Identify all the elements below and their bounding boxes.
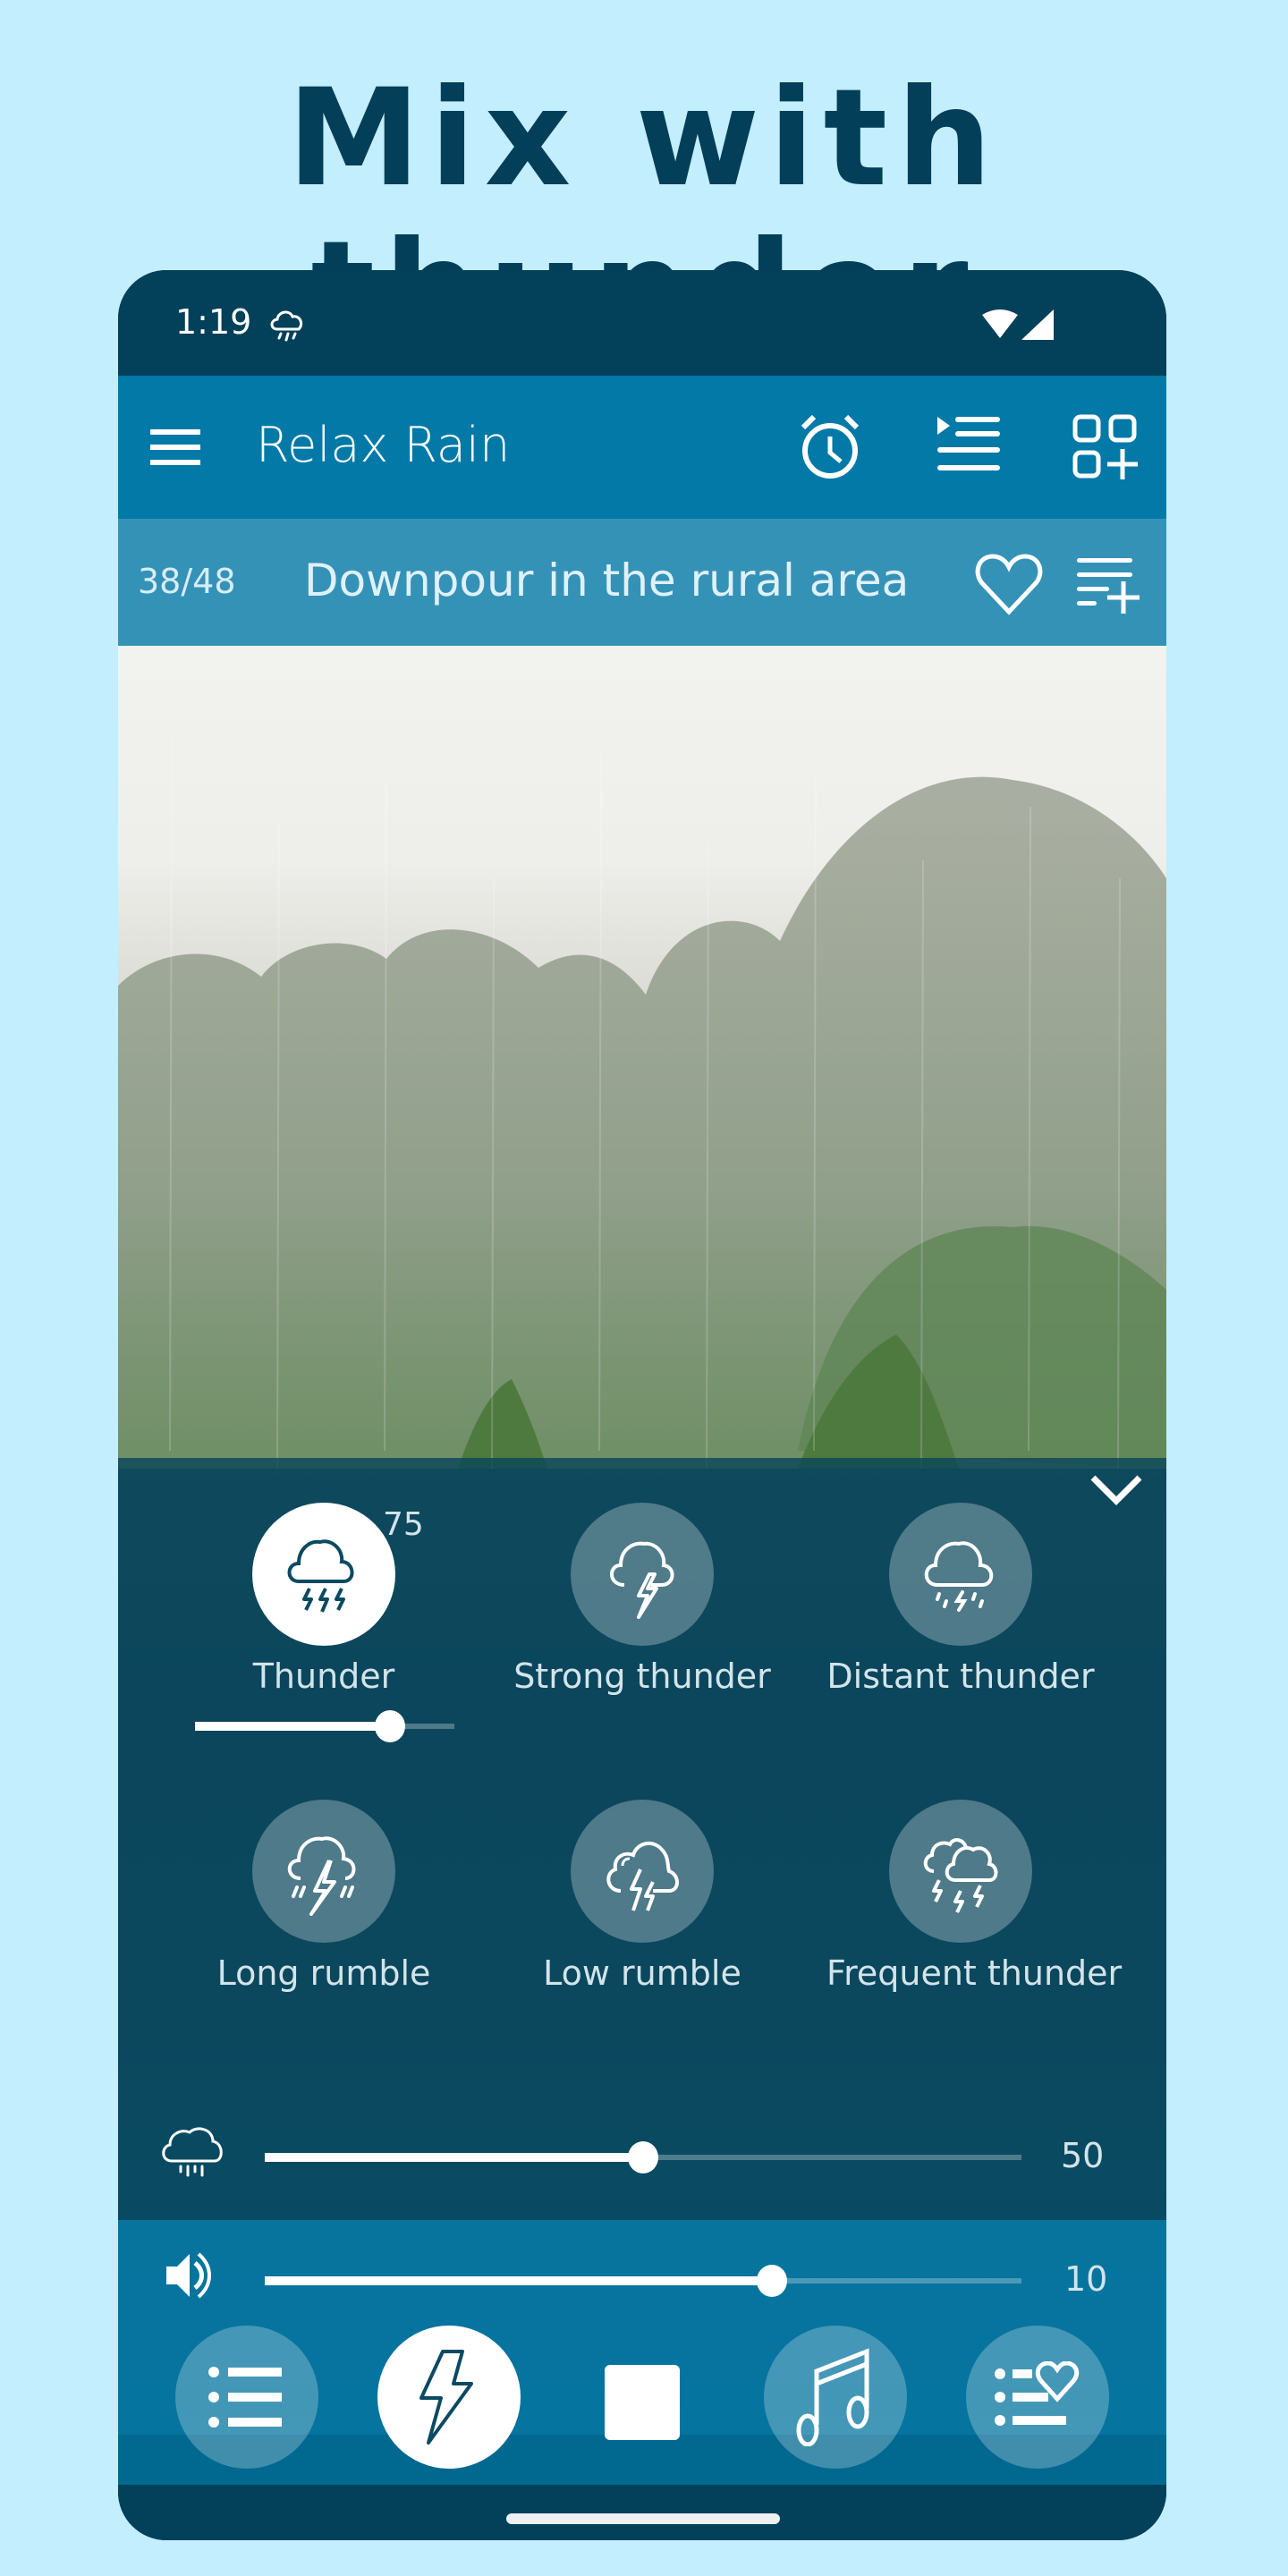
speaker-icon[interactable] bbox=[165, 2249, 215, 2302]
sound-label: Distant thunder bbox=[826, 1657, 1095, 1696]
thunder-volume-slider[interactable] bbox=[195, 1708, 454, 1744]
add-widget-icon[interactable] bbox=[1070, 411, 1141, 483]
sound-volume-value: 75 bbox=[383, 1506, 424, 1543]
cloud-rain-long-bolt-icon bbox=[287, 1836, 356, 1916]
sound-item-strong-thunder[interactable]: Strong thunder bbox=[508, 1503, 776, 1696]
favorites-list-button[interactable] bbox=[966, 2326, 1109, 2469]
sound-toggle[interactable] bbox=[889, 1800, 1032, 1943]
rain-volume-slider[interactable] bbox=[265, 2140, 1021, 2175]
cloud-bolt-icon bbox=[610, 1541, 674, 1619]
playlist-play-icon[interactable] bbox=[934, 411, 1005, 483]
sound-label: Long rumble bbox=[216, 1953, 431, 1993]
music-note-icon bbox=[796, 2348, 869, 2446]
sound-toggle[interactable] bbox=[571, 1503, 714, 1646]
list-icon bbox=[208, 2367, 282, 2428]
sound-item-distant-thunder[interactable]: Distant thunder bbox=[826, 1503, 1095, 1696]
slider-fill bbox=[265, 2153, 643, 2162]
sound-item-frequent-thunder[interactable]: Frequent thunder bbox=[826, 1800, 1123, 1993]
system-navigation-bar bbox=[118, 2485, 1166, 2540]
alarm-clock-icon[interactable] bbox=[794, 411, 866, 483]
phone-screen: 1:19 Relax Rain 38/48 Downpour in the ru… bbox=[118, 270, 1166, 2540]
sound-toggle[interactable] bbox=[889, 1503, 1032, 1646]
app-title: Relax Rain bbox=[256, 417, 511, 473]
thunder-mix-button[interactable] bbox=[377, 2326, 521, 2469]
sound-toggle[interactable] bbox=[252, 1800, 395, 1943]
lightning-icon bbox=[419, 2350, 473, 2445]
master-volume-value: 10 bbox=[1064, 2259, 1108, 2299]
cloud-rain-bolt-icon bbox=[924, 1541, 994, 1612]
slider-thumb[interactable] bbox=[756, 2265, 787, 2297]
slider-thumb[interactable] bbox=[628, 2141, 658, 2174]
sound-list-button[interactable] bbox=[175, 2326, 318, 2469]
rain-volume-value: 50 bbox=[1061, 2136, 1105, 2175]
now-playing-bar: 38/48 Downpour in the rural area bbox=[118, 519, 1166, 646]
heart-icon[interactable] bbox=[973, 549, 1045, 621]
sound-item-long-rumble[interactable]: Long rumble bbox=[190, 1800, 458, 1993]
master-volume-slider[interactable] bbox=[265, 2263, 1021, 2299]
slider-thumb[interactable] bbox=[374, 1710, 405, 1742]
track-name: Downpour in the rural area bbox=[304, 555, 910, 606]
menu-icon[interactable] bbox=[150, 429, 200, 465]
slider-fill bbox=[265, 2276, 772, 2285]
track-counter: 38/48 bbox=[138, 562, 236, 601]
wifi-icon bbox=[982, 309, 1018, 338]
rain-photo-trees bbox=[118, 734, 1166, 1469]
rain-cloud-icon bbox=[162, 2127, 223, 2177]
sound-label: Strong thunder bbox=[513, 1657, 771, 1696]
slider-fill bbox=[195, 1722, 390, 1731]
cloud-triple-bolt-icon bbox=[287, 1539, 354, 1613]
music-button[interactable] bbox=[764, 2326, 907, 2469]
sound-item-low-rumble[interactable]: Low rumble bbox=[508, 1800, 776, 1993]
home-gesture-handle[interactable] bbox=[506, 2513, 780, 2524]
chevron-down-icon[interactable] bbox=[1088, 1469, 1145, 1513]
double-cloud-bolts-icon bbox=[923, 1838, 998, 1913]
sound-label: Thunder bbox=[252, 1657, 395, 1696]
sound-item-thunder[interactable]: 75 Thunder bbox=[190, 1503, 458, 1696]
sound-label: Low rumble bbox=[543, 1953, 741, 1993]
cloud-double-bolt-icon bbox=[606, 1841, 679, 1911]
favorite-list-icon bbox=[995, 2361, 1080, 2426]
app-bar: Relax Rain bbox=[118, 376, 1166, 519]
status-bar: 1:19 bbox=[118, 270, 1166, 376]
weather-rain-icon bbox=[270, 310, 303, 342]
cell-signal-icon bbox=[1021, 309, 1054, 340]
stop-button[interactable] bbox=[605, 2365, 680, 2440]
sound-toggle[interactable] bbox=[252, 1503, 395, 1646]
status-time: 1:19 bbox=[175, 302, 252, 342]
playlist-add-icon[interactable] bbox=[1072, 549, 1143, 621]
sound-toggle[interactable] bbox=[571, 1800, 714, 1943]
sound-label: Frequent thunder bbox=[826, 1953, 1123, 1993]
